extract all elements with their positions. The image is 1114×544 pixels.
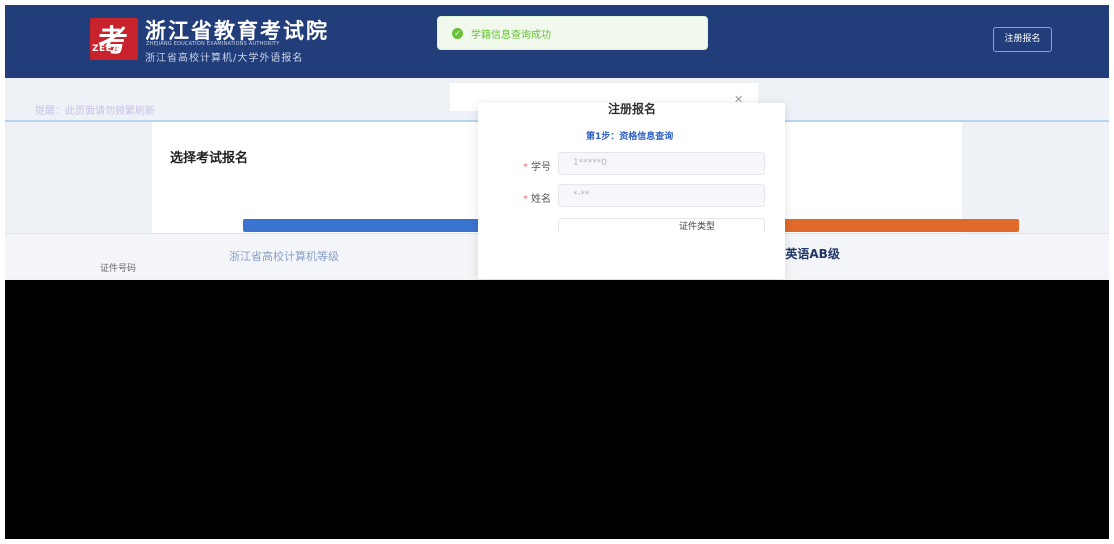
notice-text: 提醒：此页面请勿频繁刷新 — [35, 106, 155, 117]
modal-title: 注册报名 — [608, 102, 657, 116]
unrendered-area — [5, 280, 1109, 539]
id-type-label: 证件类型 — [679, 222, 716, 232]
section-title: 选择考试报名 — [170, 151, 249, 166]
exam-banner-blue[interactable] — [243, 219, 483, 232]
success-toast: ✓ 学籍信息查询成功 — [437, 16, 708, 50]
close-icon[interactable]: ✕ — [734, 93, 743, 106]
exam-link-computer[interactable]: 浙江省高校计算机等级 — [229, 248, 339, 264]
modal-step-title: 第1步：资格信息查询 — [586, 132, 674, 142]
check-circle-icon: ✓ — [452, 28, 463, 39]
org-subtitle: 浙江省高校计算机/大学外语报名 — [145, 53, 304, 64]
register-button[interactable]: 注册报名 — [993, 27, 1052, 52]
toast-message: 学籍信息查询成功 — [471, 30, 551, 41]
app-frame: 考 ZEEA 浙江省教育考试院 ZHEJIANG EDUCATION EXAMI… — [5, 5, 1109, 539]
name-label: * 姓名 — [523, 194, 551, 205]
student-id-input[interactable]: 1*****0 — [558, 152, 765, 175]
logo-abbr: ZEEA — [92, 44, 120, 54]
name-input[interactable]: *·** — [558, 184, 765, 207]
zeea-logo: 考 ZEEA — [90, 18, 138, 60]
student-id-label: * 学号 — [523, 162, 551, 173]
exam-row-label: 证件号码 — [100, 264, 137, 274]
org-name-en: ZHEJIANG EDUCATION EXAMINATIONS AUTHORIT… — [146, 41, 280, 47]
id-type-select[interactable] — [558, 218, 765, 232]
